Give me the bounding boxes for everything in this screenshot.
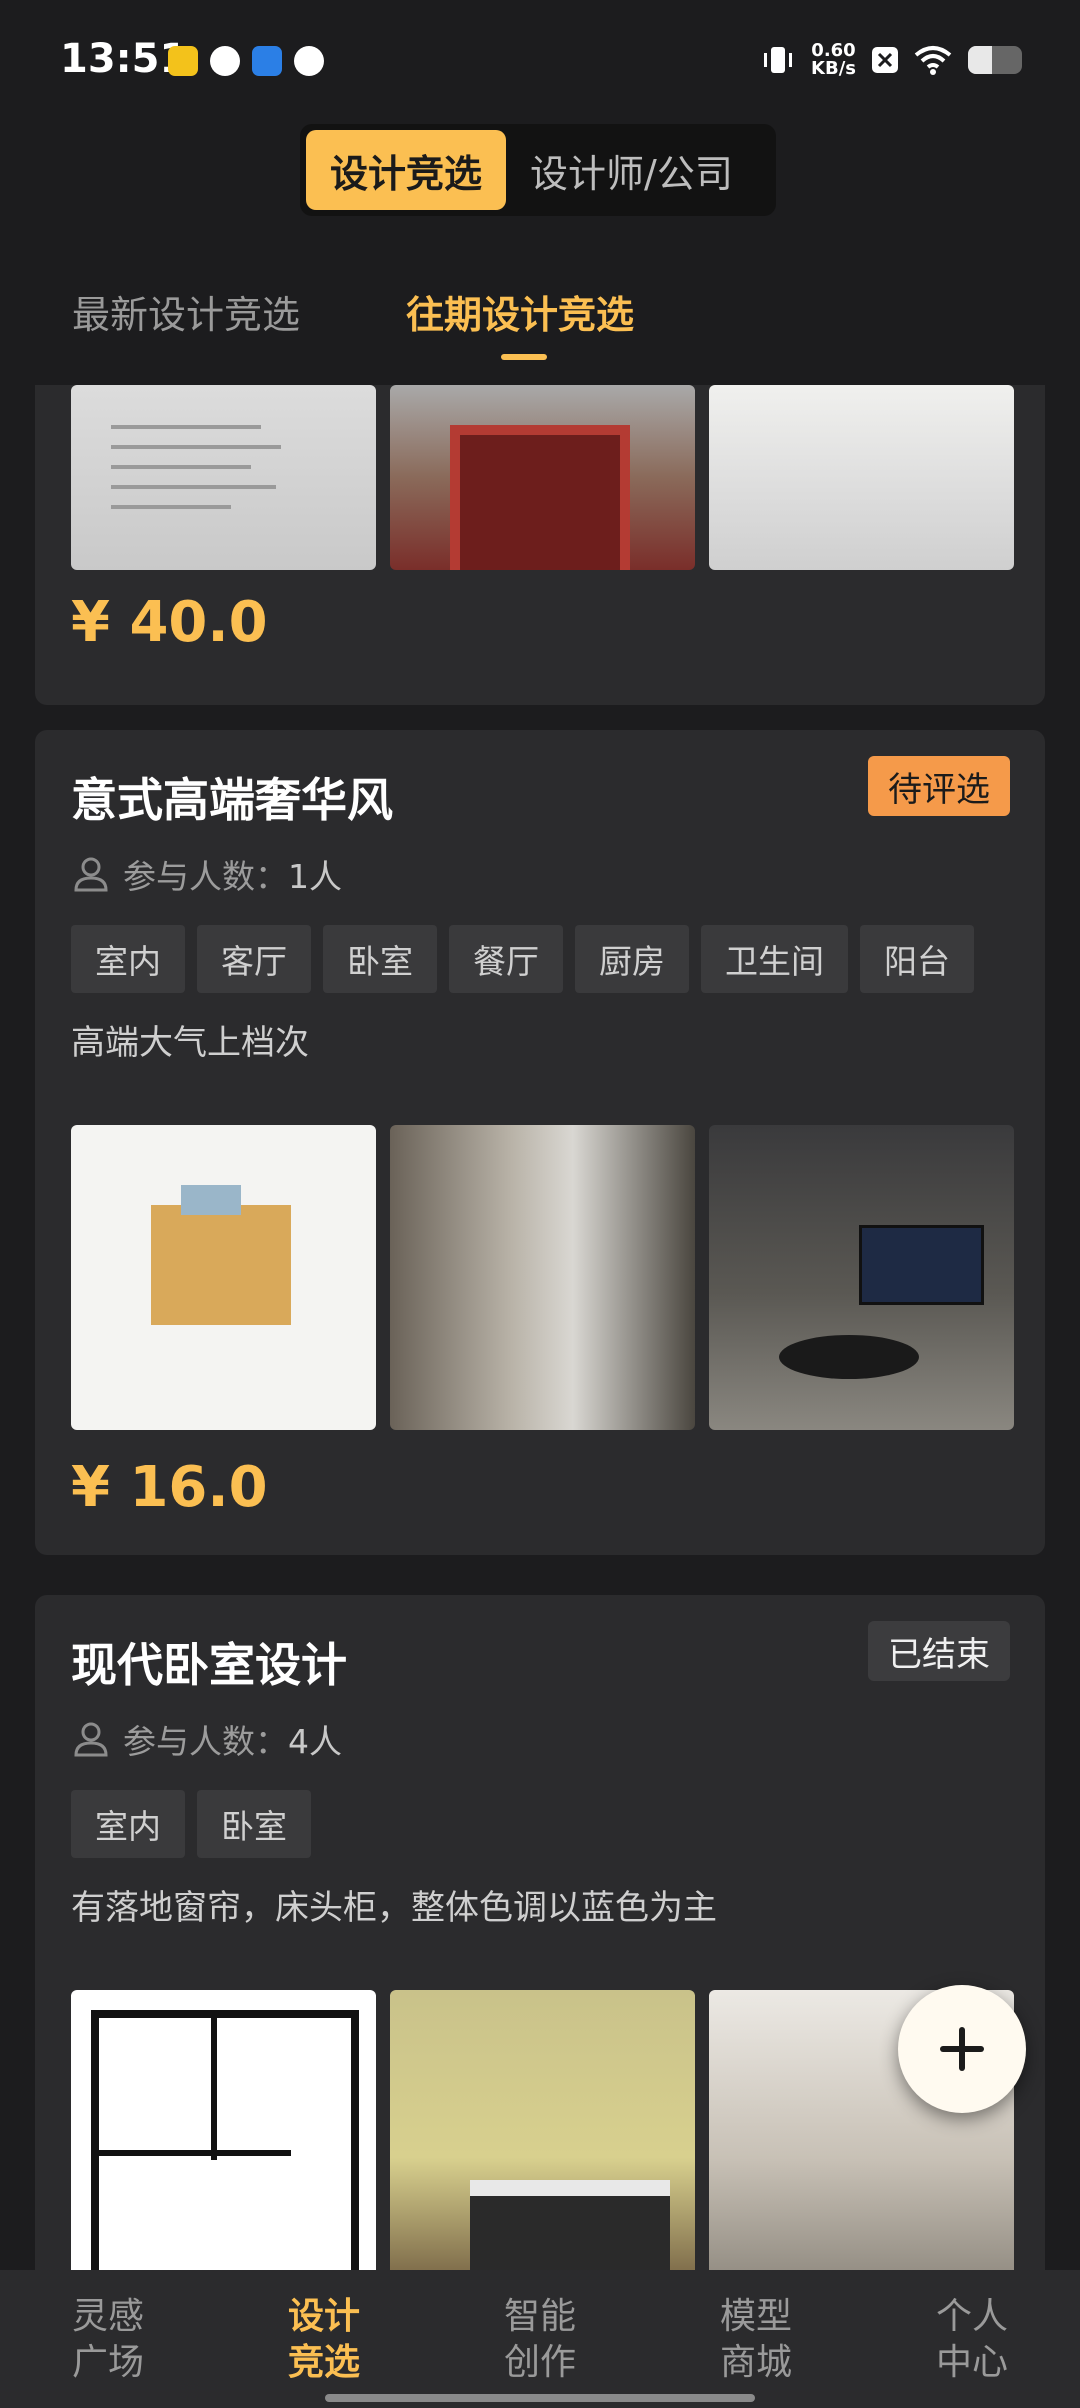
close-box-icon — [872, 47, 898, 73]
wifi-icon — [914, 46, 952, 75]
tag: 室内 — [71, 925, 185, 993]
red-gate-photo[interactable] — [390, 385, 695, 570]
tag: 餐厅 — [449, 925, 563, 993]
nav-label-line1: 灵感 — [71, 2296, 144, 2337]
nav-inspiration-square[interactable]: 灵感 广场 — [68, 2294, 148, 2386]
tag: 室内 — [71, 1790, 185, 1858]
segment-switch: 设计竞选 设计师/公司 — [300, 124, 776, 216]
living-room-render[interactable] — [709, 1125, 1014, 1430]
participants-row: 参与人数： 1人 — [71, 850, 342, 898]
nav-label-line2: 商城 — [719, 2342, 792, 2383]
bedroom-render[interactable] — [390, 1990, 695, 2270]
tag: 厨房 — [575, 925, 689, 993]
tag: 卧室 — [197, 1790, 311, 1858]
nav-model-mall[interactable]: 模型 商城 — [716, 2294, 796, 2386]
tag: 阳台 — [860, 925, 974, 993]
balcony-photo[interactable] — [390, 1125, 695, 1430]
tag-list: 室内 卧室 — [71, 1790, 311, 1858]
card-price: ¥ 40.0 — [71, 590, 268, 655]
network-speed: 0.60 KB/s — [811, 42, 856, 78]
nav-label-line2: 竞选 — [287, 2342, 360, 2383]
add-competition-button[interactable] — [898, 1985, 1026, 2113]
nav-label-line1: 设计 — [287, 2296, 360, 2337]
bottom-navigation: 灵感 广场 设计 竞选 智能 创作 模型 商城 个人 中心 — [0, 2270, 1080, 2408]
card-description: 高端大气上档次 — [71, 1023, 309, 1063]
active-tab-indicator — [501, 354, 547, 360]
competition-list[interactable]: ¥ 40.0 意式高端奢华风 待评选 参与人数： 1人 室内 客厅 卧室 餐厅 … — [0, 385, 1080, 2270]
card-title: 意式高端奢华风 — [71, 773, 393, 827]
home-indicator[interactable] — [325, 2394, 755, 2402]
competition-tabs: 最新设计竞选 往期设计竞选 — [0, 270, 1080, 380]
participants-count: 4人 — [288, 1722, 342, 1761]
nav-smart-creation[interactable]: 智能 创作 — [500, 2294, 580, 2386]
nav-label-line1: 个人 — [935, 2296, 1008, 2337]
battery-level — [968, 46, 993, 74]
participants-label: 参与人数： — [123, 1722, 288, 1761]
nav-label-line2: 创作 — [503, 2342, 576, 2383]
participants-label: 参与人数： — [123, 857, 288, 896]
user-icon — [74, 1722, 108, 1757]
tag: 客厅 — [197, 925, 311, 993]
app-icon-cat — [294, 46, 324, 76]
app-icon-yellow — [168, 46, 198, 76]
vibrate-icon — [764, 47, 793, 73]
battery-icon — [968, 46, 1022, 74]
status-badge: 已结束 — [868, 1621, 1010, 1681]
tab-past-competitions[interactable]: 往期设计竞选 — [406, 284, 634, 339]
document-photo[interactable] — [71, 385, 376, 570]
user-icon — [74, 857, 108, 892]
segment-designer-company[interactable]: 设计师/公司 — [506, 130, 757, 210]
app-icon-swirl — [210, 46, 240, 76]
nav-label-line1: 模型 — [719, 2296, 792, 2337]
nav-label-line2: 广场 — [71, 2342, 144, 2383]
card-image-row — [71, 1125, 1014, 1430]
floor-plan-drawing[interactable] — [71, 1990, 376, 2270]
participants-row: 参与人数： 4人 — [71, 1715, 342, 1763]
participants-count: 1人 — [288, 857, 342, 896]
status-right: 0.60 KB/s — [761, 42, 1022, 78]
competition-card[interactable]: 现代卧室设计 已结束 参与人数： 4人 室内 卧室 有落地窗帘，床头柜，整体色调… — [35, 1595, 1045, 2270]
floor-plan-photo[interactable] — [71, 1125, 376, 1430]
empty-room-photo[interactable] — [709, 385, 1014, 570]
plus-icon — [940, 2027, 984, 2071]
tag: 卫生间 — [701, 925, 848, 993]
nav-design-competition[interactable]: 设计 竞选 — [284, 2294, 364, 2386]
tag-list: 室内 客厅 卧室 餐厅 厨房 卫生间 阳台 — [71, 925, 974, 993]
competition-card[interactable]: ¥ 40.0 — [35, 385, 1045, 705]
nav-label-line1: 智能 — [503, 2296, 576, 2337]
tab-latest-competitions[interactable]: 最新设计竞选 — [72, 284, 300, 339]
card-image-row — [71, 1990, 1014, 2270]
network-speed-unit: KB/s — [811, 58, 856, 79]
card-description: 有落地窗帘，床头柜，整体色调以蓝色为主 — [71, 1888, 717, 1928]
tag: 卧室 — [323, 925, 437, 993]
status-app-icons — [168, 46, 324, 76]
status-badge: 待评选 — [868, 756, 1010, 816]
segment-design-competition[interactable]: 设计竞选 — [306, 130, 507, 210]
nav-personal-center[interactable]: 个人 中心 — [932, 2294, 1012, 2386]
app-icon-blue — [252, 46, 282, 76]
card-price: ¥ 16.0 — [71, 1455, 268, 1520]
card-image-row — [71, 385, 1014, 570]
card-title: 现代卧室设计 — [71, 1638, 347, 1692]
nav-label-line2: 中心 — [935, 2342, 1008, 2383]
status-bar: 13:51 0.60 KB/s — [0, 0, 1080, 120]
competition-card[interactable]: 意式高端奢华风 待评选 参与人数： 1人 室内 客厅 卧室 餐厅 厨房 卫生间 … — [35, 730, 1045, 1555]
